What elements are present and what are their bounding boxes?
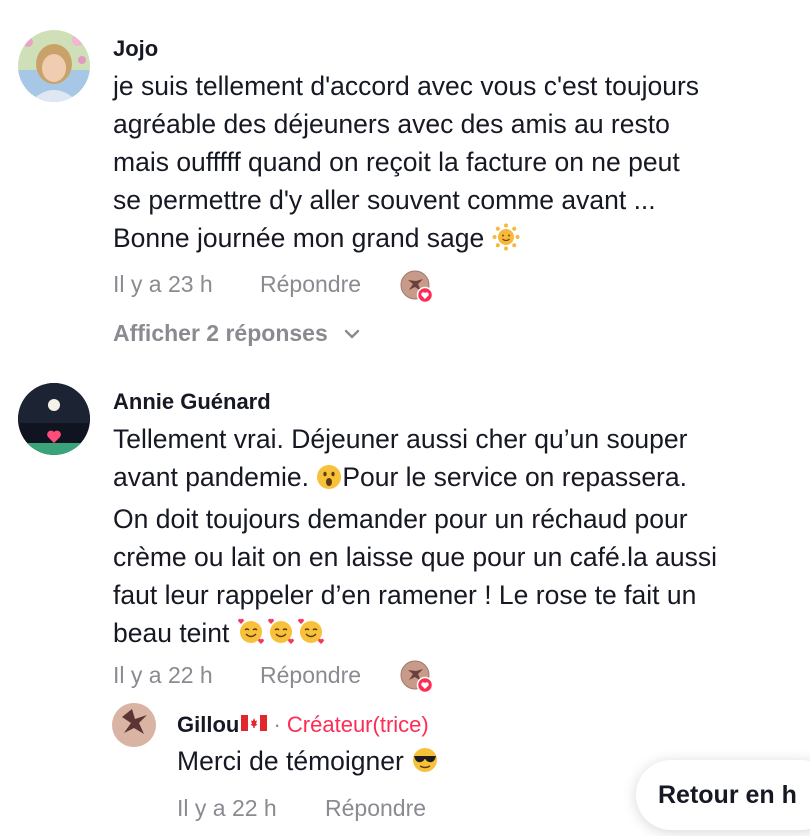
comment-author[interactable]: Jojo xyxy=(113,36,158,62)
reply-button[interactable]: Répondre xyxy=(260,271,361,298)
comment-text: je suis tellement d'accord avec vous c'e… xyxy=(113,67,803,261)
reply-button[interactable]: Répondre xyxy=(325,795,426,822)
avatar[interactable] xyxy=(112,703,156,747)
creator-liked-icon xyxy=(400,660,434,694)
chevron-down-icon xyxy=(344,318,360,345)
astonished-face-emoji xyxy=(316,462,342,500)
creator-badge: Créateur(trice) xyxy=(286,712,429,737)
back-to-top-button[interactable]: Retour en h xyxy=(636,760,810,830)
avatar[interactable] xyxy=(18,383,90,455)
sunglasses-face-emoji xyxy=(411,746,439,784)
reply-author: Gillou · Créateur(trice) xyxy=(177,711,429,737)
reply-button[interactable]: Répondre xyxy=(260,662,361,689)
comment-text: Tellement vrai. Déjeuner aussi cher qu’u… xyxy=(113,420,803,656)
comment-timestamp: Il y a 22 h xyxy=(113,662,213,688)
creator-liked-icon xyxy=(400,270,434,304)
canada-flag-icon xyxy=(241,711,268,737)
comment-timestamp: Il y a 23 h xyxy=(113,271,213,297)
reply-timestamp: Il y a 22 h xyxy=(177,795,277,821)
smiling-face-with-hearts-emoji xyxy=(237,618,327,656)
comment-author[interactable]: Annie Guénard xyxy=(113,389,271,415)
sun-face-emoji xyxy=(492,223,520,261)
avatar[interactable] xyxy=(18,30,90,102)
show-replies-button[interactable]: Afficher 2 réponses xyxy=(113,318,360,347)
